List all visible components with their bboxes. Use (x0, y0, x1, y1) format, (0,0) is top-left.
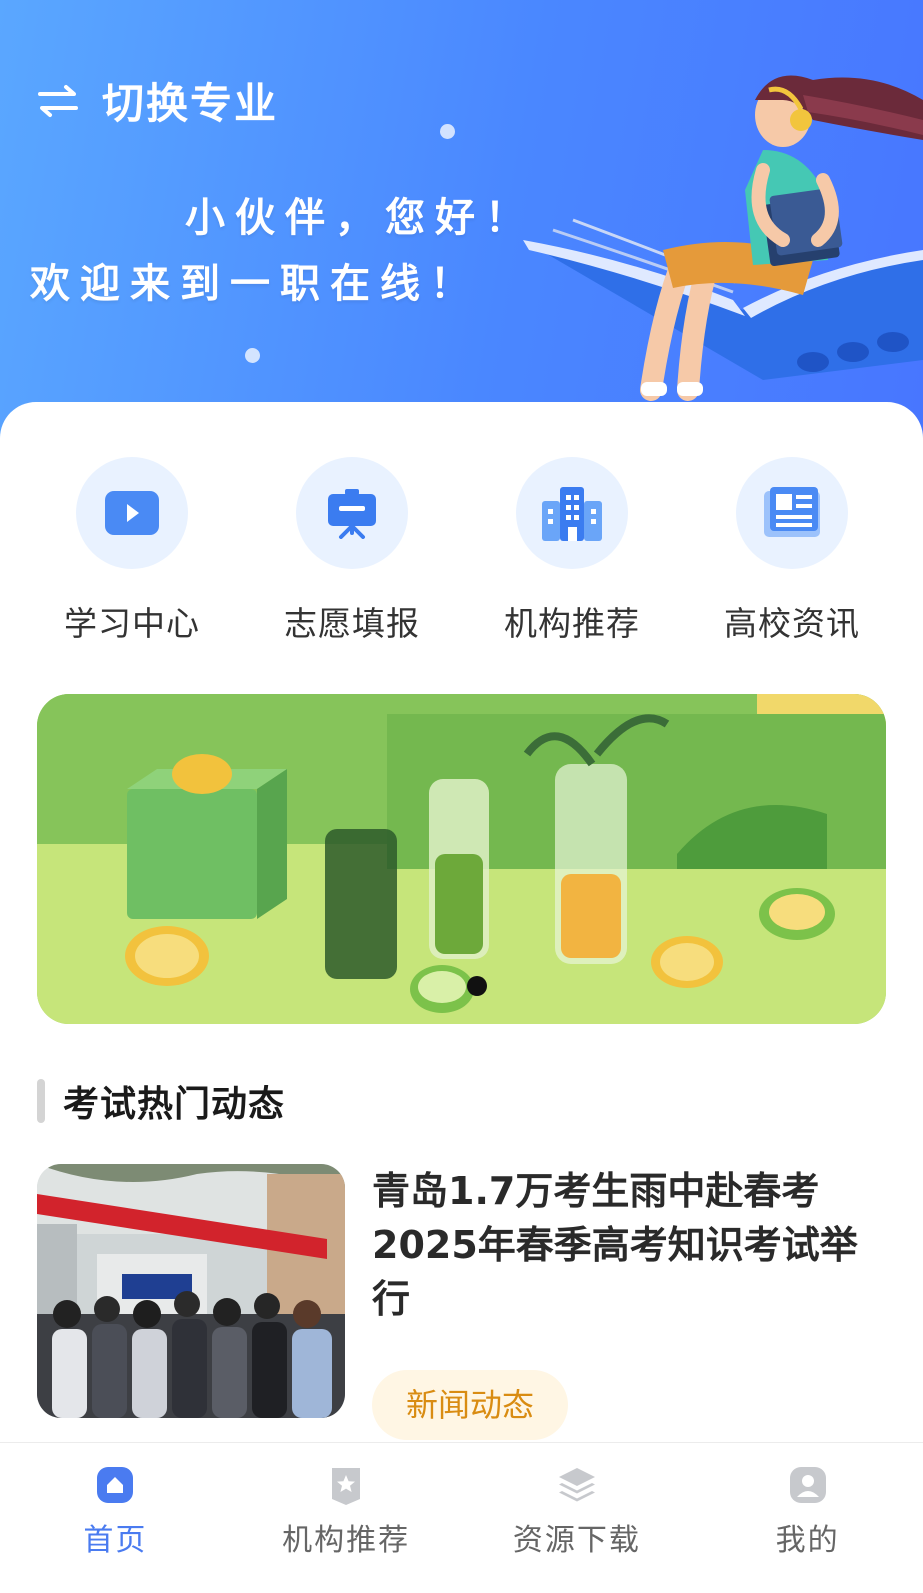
switch-major-label: 切换专业 (102, 79, 279, 128)
quick-nav: 学习中心 志愿填报 机构推荐 高校资讯 (0, 457, 923, 645)
carousel-dot-active (467, 976, 487, 996)
girl-reading-illustration (523, 75, 923, 401)
tab-label: 首页 (83, 1523, 148, 1558)
home-icon (97, 1467, 134, 1503)
layers-icon (558, 1468, 595, 1502)
exam-crowd-photo (37, 1164, 345, 1418)
welcome-text: 小伙伴，您好！ 欢迎来到一职在线！ (30, 185, 535, 317)
nav-icon-circle (736, 457, 848, 569)
section-accent-bar (37, 1079, 45, 1123)
nav-label: 志愿填报 (284, 604, 420, 643)
switch-major-button[interactable]: 切换专业 (36, 70, 278, 131)
section-header: 考试热门动态 (37, 1075, 285, 1127)
nav-icon-circle (296, 457, 408, 569)
tab-institution-recommend[interactable]: 机构推荐 (231, 1443, 462, 1593)
tab-label: 资源下载 (512, 1523, 641, 1558)
content-sheet: 学习中心 志愿填报 机构推荐 高校资讯 考试热门动态 青岛1.7万考生雨中赴春考… (0, 402, 923, 1593)
nav-application-filling[interactable]: 志愿填报 (242, 457, 462, 645)
nav-university-news[interactable]: 高校资讯 (682, 457, 902, 645)
nav-label: 机构推荐 (504, 604, 640, 643)
bottom-tab-bar: 首页 机构推荐 资源下载 我的 (0, 1442, 923, 1593)
news-thumbnail (37, 1164, 345, 1418)
newspaper-icon (764, 487, 820, 537)
promo-banner-carousel[interactable] (37, 694, 886, 1024)
tab-resource-download[interactable]: 资源下载 (462, 1443, 693, 1593)
nav-label: 高校资讯 (724, 604, 860, 643)
header-banner: 切换专业 小伙伴，您好！ 欢迎来到一职在线！ (0, 0, 923, 440)
news-title: 青岛1.7万考生雨中赴春考 2025年春季高考知识考试举行 (372, 1169, 858, 1321)
presentation-board-icon (328, 489, 376, 539)
banner-image (37, 694, 886, 1024)
building-icon (542, 487, 602, 541)
nav-icon-circle (516, 457, 628, 569)
welcome-line-1: 小伙伴，您好！ (185, 194, 535, 241)
nav-label: 学习中心 (64, 604, 200, 643)
user-icon (789, 1467, 826, 1503)
tab-home[interactable]: 首页 (0, 1443, 231, 1593)
play-video-icon (105, 491, 159, 535)
decor-dot (440, 124, 455, 139)
star-badge-icon (332, 1468, 361, 1505)
tab-label: 机构推荐 (282, 1523, 411, 1558)
section-title: 考试热门动态 (63, 1084, 286, 1125)
tab-profile[interactable]: 我的 (692, 1443, 923, 1593)
news-card[interactable]: 青岛1.7万考生雨中赴春考 2025年春季高考知识考试举行 新闻动态 (37, 1164, 886, 1440)
news-category-tag: 新闻动态 (372, 1370, 569, 1440)
tab-label: 我的 (775, 1523, 840, 1558)
nav-learning-center[interactable]: 学习中心 (22, 457, 242, 645)
nav-institution-recommend[interactable]: 机构推荐 (462, 457, 682, 645)
swap-arrows-icon (38, 84, 78, 117)
decor-dot (245, 348, 260, 363)
nav-icon-circle (76, 457, 188, 569)
welcome-line-2: 欢迎来到一职在线！ (30, 260, 480, 307)
